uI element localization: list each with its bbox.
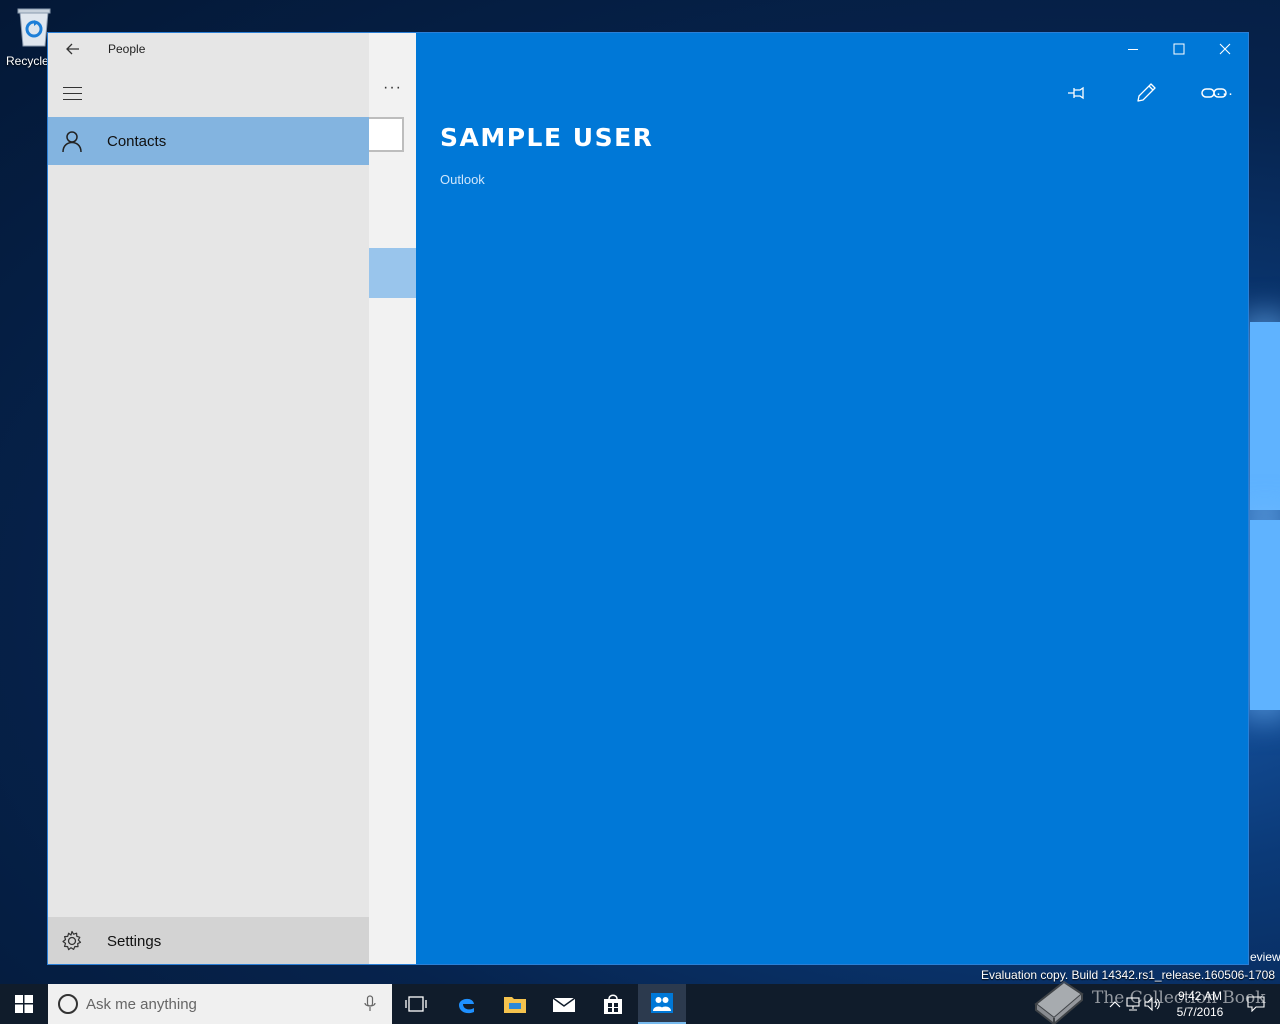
maximize-button[interactable] xyxy=(1156,35,1202,63)
hamburger-menu-button[interactable] xyxy=(58,79,88,107)
store-bag-icon xyxy=(604,994,622,1014)
microphone-icon[interactable] xyxy=(360,994,380,1014)
logo-pane-upper xyxy=(1250,322,1280,510)
action-center-button[interactable] xyxy=(1236,984,1276,1024)
back-button[interactable] xyxy=(58,37,88,61)
task-view-button[interactable] xyxy=(392,984,440,1024)
nav-item-settings-label: Settings xyxy=(107,932,162,950)
task-view-icon xyxy=(405,996,427,1012)
nav-item-settings[interactable]: Settings xyxy=(48,917,369,964)
gear-icon xyxy=(48,917,96,964)
contact-name: SAMPLE USER xyxy=(440,123,654,152)
maximize-icon xyxy=(1173,43,1185,55)
store-button[interactable] xyxy=(589,984,637,1024)
mail-button[interactable] xyxy=(540,984,588,1024)
taskbar: Ask me anything 9:42 AM 5/7/2016 xyxy=(0,984,1280,1024)
edge-browser-button[interactable] xyxy=(442,984,490,1024)
list-more-button[interactable]: ··· xyxy=(383,79,402,97)
pin-icon xyxy=(1068,86,1084,100)
contact-list-pane: ··· xyxy=(367,33,416,964)
close-icon xyxy=(1219,43,1231,55)
contact-search-input[interactable] xyxy=(367,117,404,152)
network-button[interactable] xyxy=(1122,984,1144,1024)
people-icon xyxy=(651,993,673,1013)
people-app-taskbar-button[interactable] xyxy=(638,984,686,1024)
contact-source: Outlook xyxy=(440,172,485,187)
app-title: People xyxy=(108,42,146,56)
nav-item-contacts-label: Contacts xyxy=(107,132,167,150)
system-clock[interactable]: 9:42 AM 5/7/2016 xyxy=(1170,988,1230,1020)
selected-contact-row[interactable] xyxy=(369,248,416,298)
edge-icon xyxy=(459,998,474,1014)
start-button[interactable] xyxy=(0,984,48,1024)
close-button[interactable] xyxy=(1202,35,1248,63)
notification-icon xyxy=(1247,996,1265,1012)
hamburger-icon xyxy=(63,87,82,88)
volume-button[interactable] xyxy=(1142,984,1164,1024)
title-bar: People xyxy=(48,33,369,65)
clock-time: 9:42 AM xyxy=(1177,989,1223,1003)
windows-start-icon xyxy=(15,995,33,1013)
build-watermark: Evaluation copy. Build 14342.rs1_release… xyxy=(981,968,1275,982)
preview-watermark: eview xyxy=(1250,950,1280,964)
detail-more-button[interactable]: ··· xyxy=(1210,77,1240,109)
pencil-icon xyxy=(1137,83,1156,102)
pin-button[interactable] xyxy=(1056,77,1100,109)
person-icon xyxy=(48,117,96,165)
contact-detail-pane: ··· SAMPLE USER Outlook xyxy=(416,33,1248,964)
minimize-icon xyxy=(1128,49,1138,50)
mail-icon xyxy=(552,997,576,1012)
back-arrow-icon xyxy=(66,43,79,55)
folder-icon xyxy=(504,997,526,1013)
network-icon xyxy=(1126,997,1140,1011)
cortana-search-box[interactable]: Ask me anything xyxy=(48,984,392,1024)
windows-logo-glow xyxy=(1250,310,1280,720)
chevron-up-icon xyxy=(1109,1001,1121,1008)
speaker-icon xyxy=(1144,997,1160,1011)
people-app-window: People Contacts Settings ··· ··· SAMPLE … xyxy=(47,32,1249,965)
nav-item-contacts[interactable]: Contacts xyxy=(48,117,369,165)
edit-button[interactable] xyxy=(1124,77,1168,109)
cortana-icon xyxy=(58,994,78,1014)
clock-date: 5/7/2016 xyxy=(1176,1005,1224,1019)
file-explorer-button[interactable] xyxy=(491,984,539,1024)
search-placeholder: Ask me anything xyxy=(86,995,197,1013)
minimize-button[interactable] xyxy=(1110,35,1156,63)
navigation-pane: People Contacts Settings xyxy=(48,33,369,964)
logo-pane-lower xyxy=(1250,520,1280,710)
